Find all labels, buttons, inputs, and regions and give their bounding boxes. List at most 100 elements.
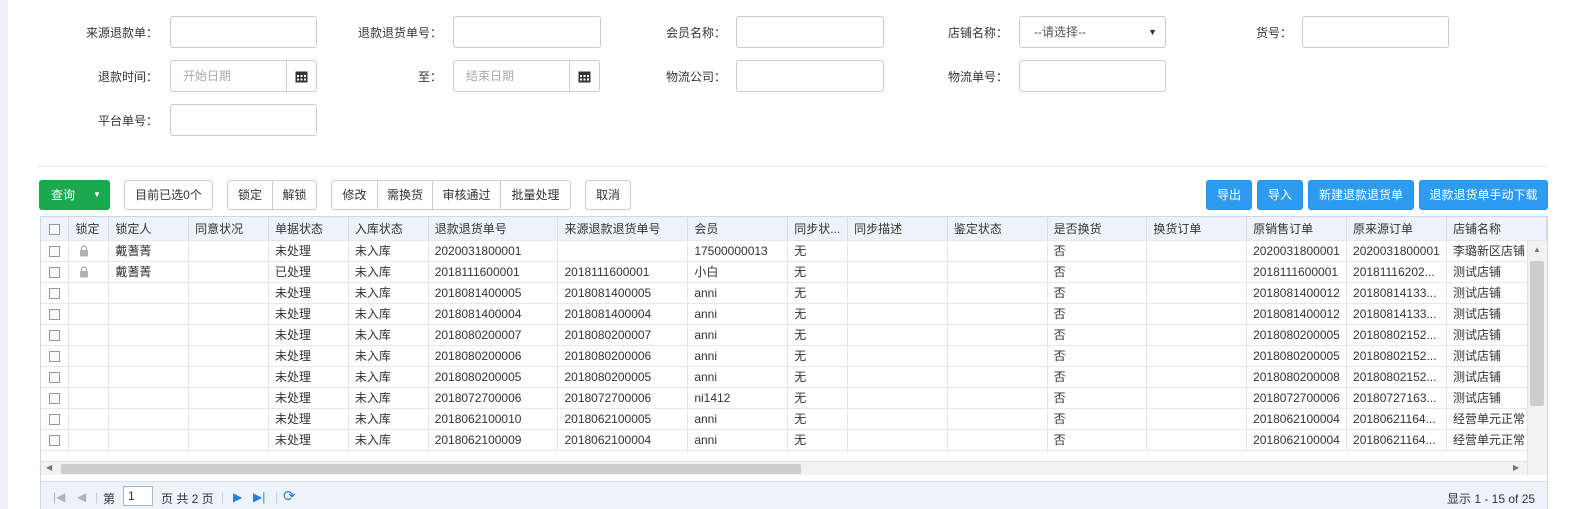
refresh-icon[interactable]: ⟳	[283, 487, 296, 505]
member-name-input[interactable]	[736, 16, 884, 48]
cell-appraisal	[947, 240, 1048, 262]
row-checkbox-cell[interactable]	[41, 387, 70, 409]
row-checkbox[interactable]	[49, 413, 60, 425]
row-checkbox[interactable]	[49, 371, 60, 383]
row-checkbox-cell[interactable]	[41, 303, 70, 325]
row-checkbox[interactable]	[49, 350, 60, 362]
vertical-scrollbar[interactable]: ▲	[1527, 241, 1547, 475]
column-header[interactable]: 店铺名称	[1446, 217, 1547, 241]
row-checkbox-cell[interactable]	[41, 240, 70, 262]
lock-button[interactable]: 锁定	[228, 181, 272, 209]
next-page-icon[interactable]: ▶	[233, 490, 242, 504]
query-button-label: 查询	[51, 188, 76, 202]
need-exchange-button[interactable]: 需换货	[377, 181, 432, 209]
last-page-icon[interactable]: ▶|	[253, 490, 265, 504]
cell-member: 小白	[687, 261, 789, 283]
scroll-up-icon[interactable]: ▲	[1533, 245, 1541, 254]
table-row[interactable]: 未处理 未入库 2018081400005 2018081400005 anni 无否 20…	[41, 282, 1547, 304]
table-row[interactable]: 戴蓍菁 已处理 未入库 2018111600001 2018111600001 小白无否 2…	[41, 261, 1547, 283]
table-row[interactable]: 未处理 未入库 2018062100009 2018062100004 anni 无否 20…	[41, 429, 1547, 451]
column-header[interactable]: 退款退货单号	[428, 217, 559, 241]
row-checkbox[interactable]	[49, 266, 60, 278]
new-refund-button[interactable]: 新建退款退货单	[1308, 180, 1414, 210]
table-row[interactable]: 戴蓍菁 未处理 未入库 2020031800001 17500000013 无否 20200…	[41, 240, 1547, 262]
column-header[interactable]: 锁定人	[108, 217, 190, 241]
scroll-right-icon[interactable]: ▶	[1513, 463, 1519, 472]
table-row[interactable]: 未处理 未入库 2018062100010 2018062100005 anni 无 否 20…	[41, 408, 1547, 430]
cell-orig-sale: 2018080200005	[1246, 345, 1348, 367]
column-header[interactable]: 单据状态	[268, 217, 349, 241]
column-header[interactable]: 鉴定状态	[947, 217, 1048, 241]
row-checkbox-cell[interactable]	[41, 429, 70, 451]
manual-download-button[interactable]: 退款退货单手动下载	[1419, 180, 1548, 210]
cell-source-no: 2018081400005	[557, 282, 689, 304]
logistics-no-input[interactable]	[1019, 60, 1166, 92]
row-checkbox[interactable]	[49, 308, 60, 320]
cell-locker	[108, 282, 190, 304]
row-checkbox-cell[interactable]	[41, 324, 70, 346]
sku-input[interactable]	[1302, 16, 1449, 48]
row-checkbox-cell[interactable]	[41, 261, 70, 283]
row-checkbox-cell[interactable]	[41, 345, 70, 367]
table-row[interactable]: 未处理 未入库 2018072700006 2018072700006 ni1412 无否…	[41, 387, 1547, 409]
row-checkbox[interactable]	[49, 245, 60, 257]
refund-return-no-input[interactable]	[453, 16, 601, 48]
row-checkbox-cell[interactable]	[41, 282, 70, 304]
scroll-left-icon[interactable]: ◀	[46, 463, 52, 472]
lock-cell	[68, 345, 110, 367]
table-row[interactable]: 未处理 未入库 2018080200006 2018080200006 anni 无否 20…	[41, 345, 1547, 367]
cell-orig-source: 20180802152...	[1346, 366, 1447, 388]
unlock-button[interactable]: 解锁	[272, 181, 316, 209]
column-header[interactable]: 来源退款退货单号	[557, 217, 689, 241]
page-number-input[interactable]: 1	[123, 486, 153, 506]
logistics-company-input[interactable]	[736, 60, 884, 92]
export-button[interactable]: 导出	[1206, 180, 1252, 210]
platform-no-input[interactable]	[170, 104, 317, 136]
column-header[interactable]: 原来源订单	[1346, 217, 1447, 241]
column-header[interactable]: 原销售订单	[1246, 217, 1348, 241]
table-row[interactable]: 未处理 未入库 2018080200005 2018080200005 anni 无否 20…	[41, 366, 1547, 388]
cell-source-no: 2018080200007	[557, 324, 689, 346]
end-date-input[interactable]: 结束日期	[453, 60, 570, 92]
caret-down-icon[interactable]: ▼	[93, 180, 101, 210]
cell-refund-no: 2018080200006	[428, 345, 559, 367]
column-header[interactable]: 会员	[687, 217, 789, 241]
select-all-checkbox[interactable]	[49, 223, 60, 235]
shop-name-select[interactable]: --请选择-- ▼	[1019, 16, 1166, 48]
column-header[interactable]: 是否换货	[1047, 217, 1148, 241]
selected-count-button[interactable]: 目前已选0个	[124, 180, 213, 210]
table-row[interactable]: 未处理 未入库 2018081400004 2018081400004 anni 无否 20…	[41, 303, 1547, 325]
cell-refund-no: 2018081400005	[428, 282, 559, 304]
column-header[interactable]: 同步状...	[787, 217, 849, 241]
row-checkbox[interactable]	[49, 329, 60, 341]
column-header[interactable]: 入库状态	[348, 217, 429, 241]
source-refund-input[interactable]	[170, 16, 317, 48]
approve-button[interactable]: 审核通过	[432, 181, 500, 209]
row-checkbox-cell[interactable]	[41, 408, 70, 430]
column-header[interactable]: 同意状况	[188, 217, 269, 241]
row-checkbox[interactable]	[49, 287, 60, 299]
horizontal-scrollbar[interactable]: ◀ ▶	[41, 461, 1527, 475]
import-button[interactable]: 导入	[1257, 180, 1303, 210]
batch-process-button[interactable]: 批量处理	[500, 181, 570, 209]
vertical-scroll-thumb[interactable]	[1530, 261, 1544, 406]
first-page-icon[interactable]: |◀	[53, 490, 65, 504]
cell-sync: 无	[787, 408, 849, 430]
edit-button[interactable]: 修改	[332, 181, 377, 209]
row-checkbox-cell[interactable]	[41, 366, 70, 388]
query-button[interactable]: 查询 ▼	[39, 180, 110, 210]
cell-member: anni	[687, 303, 789, 325]
horizontal-scroll-thumb[interactable]	[61, 464, 801, 474]
cell-appraisal	[947, 282, 1048, 304]
row-checkbox[interactable]	[49, 392, 60, 404]
start-date-input[interactable]: 开始日期	[170, 60, 287, 92]
row-checkbox[interactable]	[49, 434, 60, 446]
prev-page-icon[interactable]: ◀	[77, 490, 86, 504]
cancel-button[interactable]: 取消	[585, 180, 631, 210]
column-header[interactable]: 换货订单	[1146, 217, 1248, 241]
column-header[interactable]: 锁定	[68, 217, 110, 241]
cell-exchange: 否	[1047, 387, 1148, 409]
column-header[interactable]: 同步描述	[847, 217, 948, 241]
select-all-checkbox-cell[interactable]	[41, 217, 70, 241]
table-row[interactable]: 未处理 未入库 2018080200007 2018080200007 anni 无否 20…	[41, 324, 1547, 346]
